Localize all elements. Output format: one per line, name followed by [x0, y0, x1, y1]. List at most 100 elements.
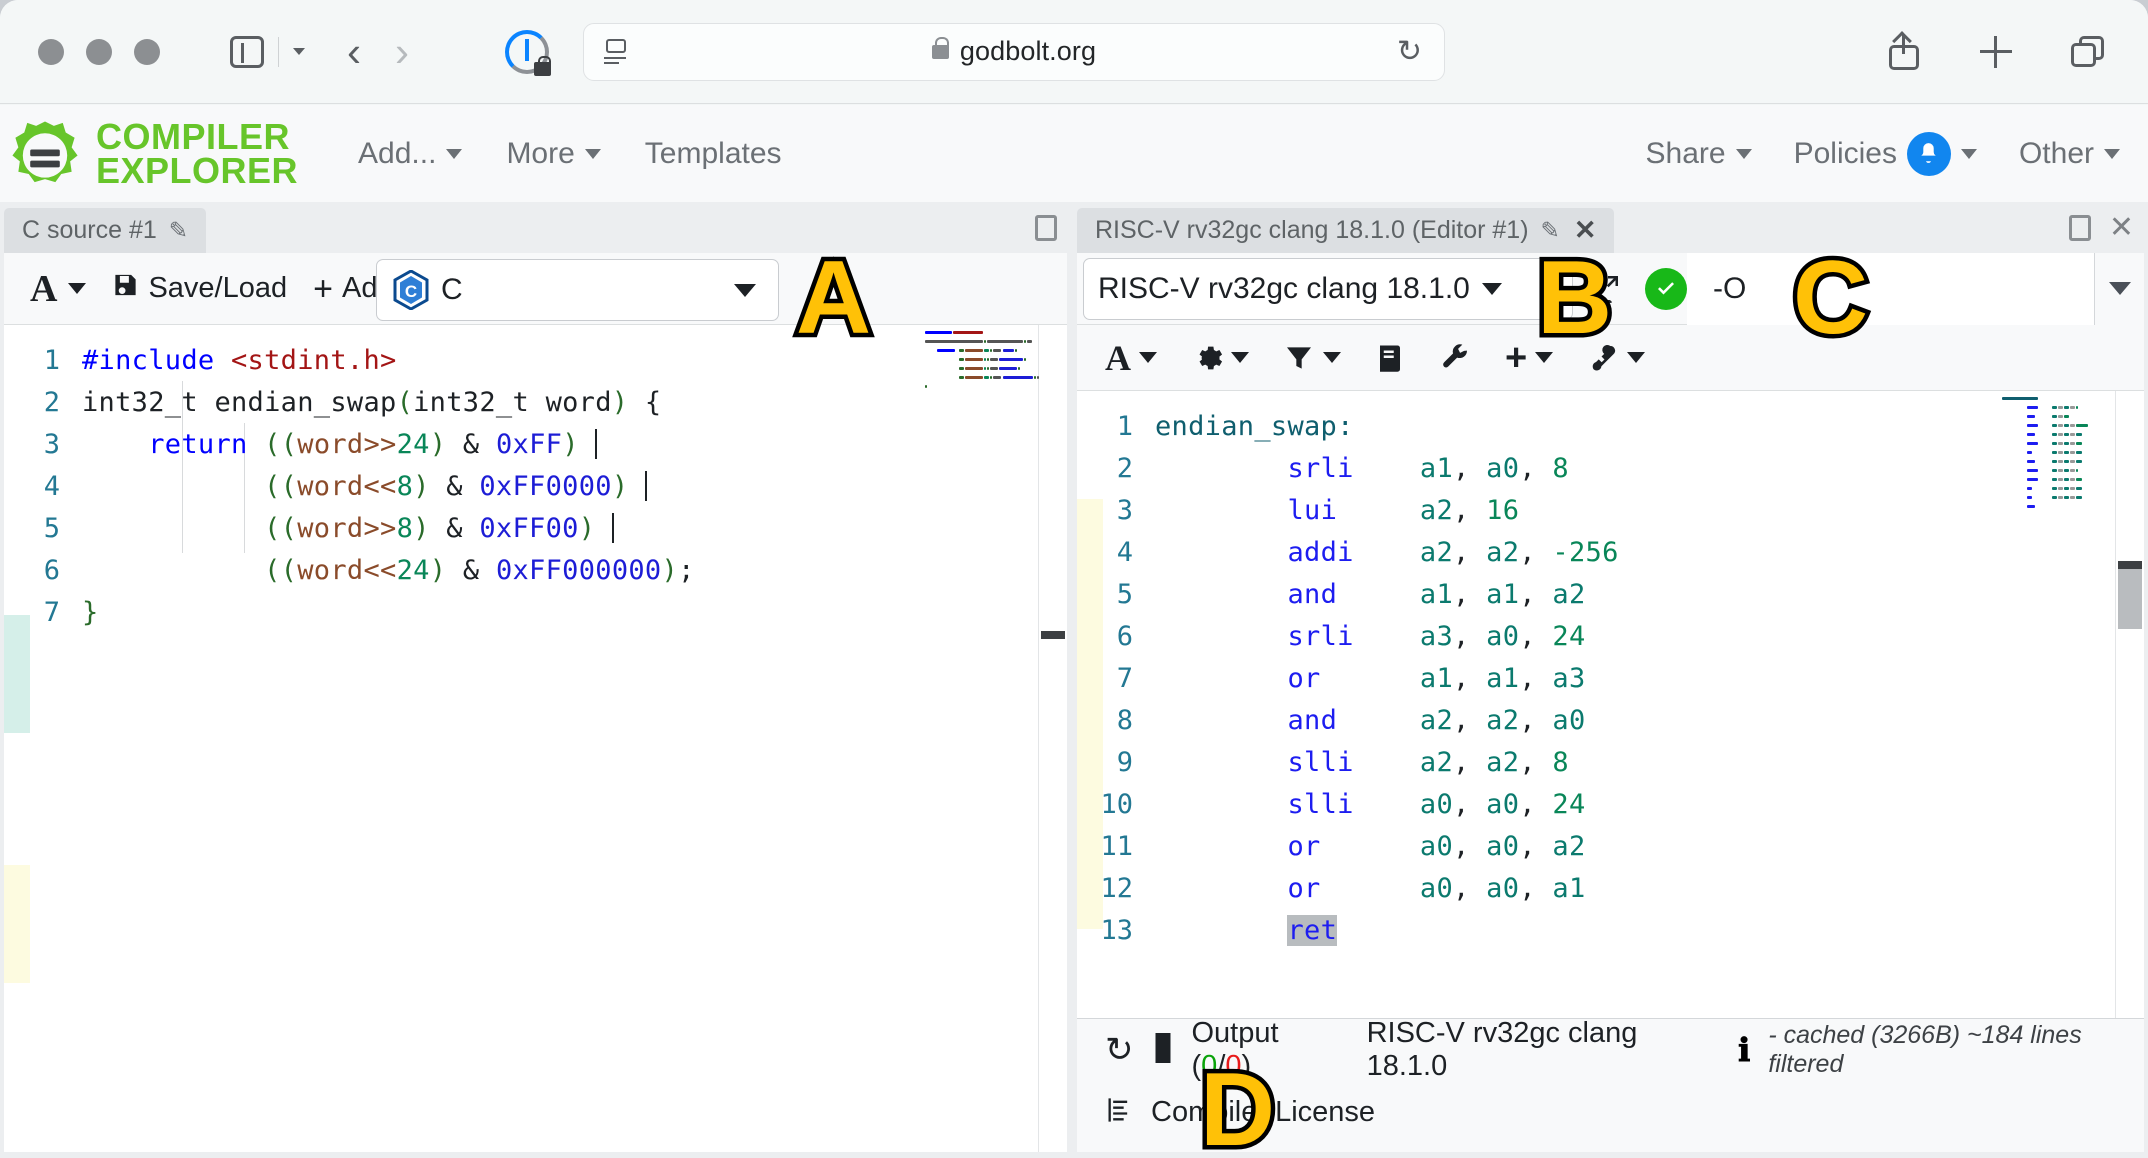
minimap-line: [2052, 496, 2057, 499]
minimap-line: [2058, 415, 2063, 418]
nav-item-more[interactable]: More: [506, 137, 600, 171]
sidebar-toggle-group[interactable]: [230, 36, 305, 68]
close-tab-icon[interactable]: ✕: [1574, 215, 1597, 246]
minimap-line: [999, 358, 1023, 361]
sidebar-icon[interactable]: [230, 36, 264, 68]
share-icon[interactable]: [1886, 34, 1922, 70]
code-line[interactable]: 11 or a0, a0, a2: [1077, 825, 2144, 867]
nav-item-other[interactable]: Other: [2019, 137, 2120, 171]
reload-icon[interactable]: ↻: [1397, 34, 1422, 69]
info-icon[interactable]: ℹ: [1738, 1031, 1750, 1069]
minimap-line: [2052, 487, 2057, 490]
compiler-license-row[interactable]: Compiler License: [1077, 1081, 2144, 1143]
code-line[interactable]: 7}: [4, 591, 1067, 633]
add-new-icon[interactable]: +: [1505, 339, 1553, 377]
assembly-vertical-scrollbar[interactable]: [2116, 391, 2144, 1018]
open-in-new-window-icon[interactable]: [1591, 275, 1619, 303]
language-select[interactable]: C C: [376, 259, 779, 321]
chevron-down-icon[interactable]: [293, 48, 305, 55]
compiler-explorer-logo[interactable]: COMPILER EXPLORER: [8, 117, 298, 191]
c-source-code-area[interactable]: 1#include <stdint.h>2int32_t endian_swap…: [4, 325, 1067, 1152]
code-line[interactable]: 5 ((word>>8) & 0xFF00): [4, 507, 1067, 549]
minimap-line: [965, 367, 983, 370]
new-tab-icon[interactable]: [1978, 34, 2014, 70]
compiler-options-input[interactable]: -O: [1687, 253, 2094, 325]
code-line[interactable]: 1#include <stdint.h>: [4, 339, 1067, 381]
code-line[interactable]: 13 ret: [1077, 909, 2144, 951]
nav-item-share[interactable]: Share: [1646, 137, 1752, 171]
bell-icon[interactable]: [1907, 132, 1951, 176]
code-text: or a0, a0, a2: [1155, 831, 1586, 862]
scrollbar-thumb[interactable]: [2118, 561, 2142, 569]
rename-pencil-icon[interactable]: ✎: [1541, 217, 1560, 244]
tools-wrench-icon[interactable]: [1439, 342, 1471, 374]
minimap-line: [1024, 340, 1026, 343]
code-line[interactable]: 9 slli a2, a2, 8: [1077, 741, 2144, 783]
filter-icon[interactable]: [1283, 342, 1341, 374]
nav-item-policies[interactable]: Policies: [1794, 132, 1977, 176]
back-button[interactable]: ‹: [347, 31, 361, 73]
text-cursor: [595, 429, 597, 459]
minimap-line: [2076, 433, 2081, 436]
code-line[interactable]: 2 srli a1, a0, 8: [1077, 447, 2144, 489]
assembly-minimap[interactable]: [1998, 391, 2116, 1018]
compiler-options-dropdown[interactable]: [2094, 253, 2144, 325]
tab-c-source-1[interactable]: C source #1 ✎: [4, 208, 206, 253]
minimap-line: [2070, 442, 2075, 445]
code-line[interactable]: 6 srli a3, a0, 24: [1077, 615, 2144, 657]
scrollbar-thumb[interactable]: [1041, 631, 1065, 639]
font-size-icon[interactable]: A: [1105, 340, 1157, 376]
code-text: ((word<<8) & 0xFF0000): [82, 471, 647, 502]
minimap-line: [925, 340, 983, 343]
minimap-line: [2076, 451, 2081, 454]
code-line[interactable]: 7 or a1, a1, a3: [1077, 657, 2144, 699]
minimap-line: [959, 367, 964, 370]
code-line[interactable]: 2int32_t endian_swap(int32_t word) {: [4, 381, 1067, 423]
minimap-line: [2064, 451, 2069, 454]
libraries-book-icon[interactable]: [1375, 342, 1405, 374]
save-load-button[interactable]: Save/Load: [112, 270, 287, 308]
code-line[interactable]: 10 slli a0, a0, 24: [1077, 783, 2144, 825]
code-line[interactable]: 4 ((word<<8) & 0xFF0000): [4, 465, 1067, 507]
maximize-pane-icon[interactable]: [1035, 215, 1057, 241]
maximize-window-button[interactable]: [134, 39, 160, 65]
source-vertical-scrollbar[interactable]: [1039, 325, 1067, 1152]
forward-button[interactable]: ›: [395, 31, 409, 73]
code-text: and a1, a1, a2: [1155, 579, 1586, 610]
code-text: or a0, a0, a1: [1155, 873, 1586, 904]
rename-pencil-icon[interactable]: ✎: [169, 217, 188, 244]
assembly-output-area[interactable]: 1endian_swap:2 srli a1, a0, 83 lui a2, 1…: [1077, 391, 2144, 1018]
tab-overview-icon[interactable]: [2070, 34, 2106, 70]
close-window-button[interactable]: [38, 39, 64, 65]
line-number: 5: [4, 513, 82, 544]
compiler-select[interactable]: RISC-V rv32gc clang 18.1.0: [1083, 258, 1573, 320]
close-pane-icon[interactable]: ✕: [2109, 215, 2134, 241]
minimize-window-button[interactable]: [86, 39, 112, 65]
minimap-line: [1024, 358, 1026, 361]
output-label[interactable]: Output (0/0): [1192, 1017, 1339, 1083]
maximize-pane-icon[interactable]: [2069, 215, 2091, 241]
compiler-output-settings-icon[interactable]: [1191, 342, 1249, 374]
code-line[interactable]: 3 return ((word>>24) & 0xFF): [4, 423, 1067, 465]
refresh-icon[interactable]: ↻: [1105, 1030, 1134, 1070]
overrides-bone-icon[interactable]: [1587, 342, 1645, 374]
code-line[interactable]: 8 and a2, a2, a0: [1077, 699, 2144, 741]
source-minimap[interactable]: [921, 325, 1039, 1152]
minimap-line: [2076, 442, 2081, 445]
url-bar[interactable]: godbolt.org ↻: [583, 23, 1445, 81]
minimap-line: [2027, 424, 2038, 427]
code-line[interactable]: 6 ((word<<24) & 0xFF000000);: [4, 549, 1067, 591]
compiler-tools-row: A +: [1077, 325, 2144, 391]
code-line[interactable]: 1endian_swap:: [1077, 405, 2144, 447]
nav-item-templates[interactable]: Templates: [645, 137, 782, 171]
pane-splitter[interactable]: [1068, 208, 1076, 1152]
nav-item-add[interactable]: Add...: [358, 137, 462, 171]
code-line[interactable]: 12 or a0, a0, a1: [1077, 867, 2144, 909]
privacy-shield-icon[interactable]: [505, 30, 549, 74]
tab-compiler-1[interactable]: RISC-V rv32gc clang 18.1.0 (Editor #1) ✎…: [1077, 208, 1614, 253]
code-line[interactable]: 3 lui a2, 16: [1077, 489, 2144, 531]
lock-icon: [932, 45, 949, 59]
code-line[interactable]: 5 and a1, a1, a2: [1077, 573, 2144, 615]
code-line[interactable]: 4 addi a2, a2, -256: [1077, 531, 2144, 573]
font-size-button[interactable]: A: [30, 270, 86, 308]
